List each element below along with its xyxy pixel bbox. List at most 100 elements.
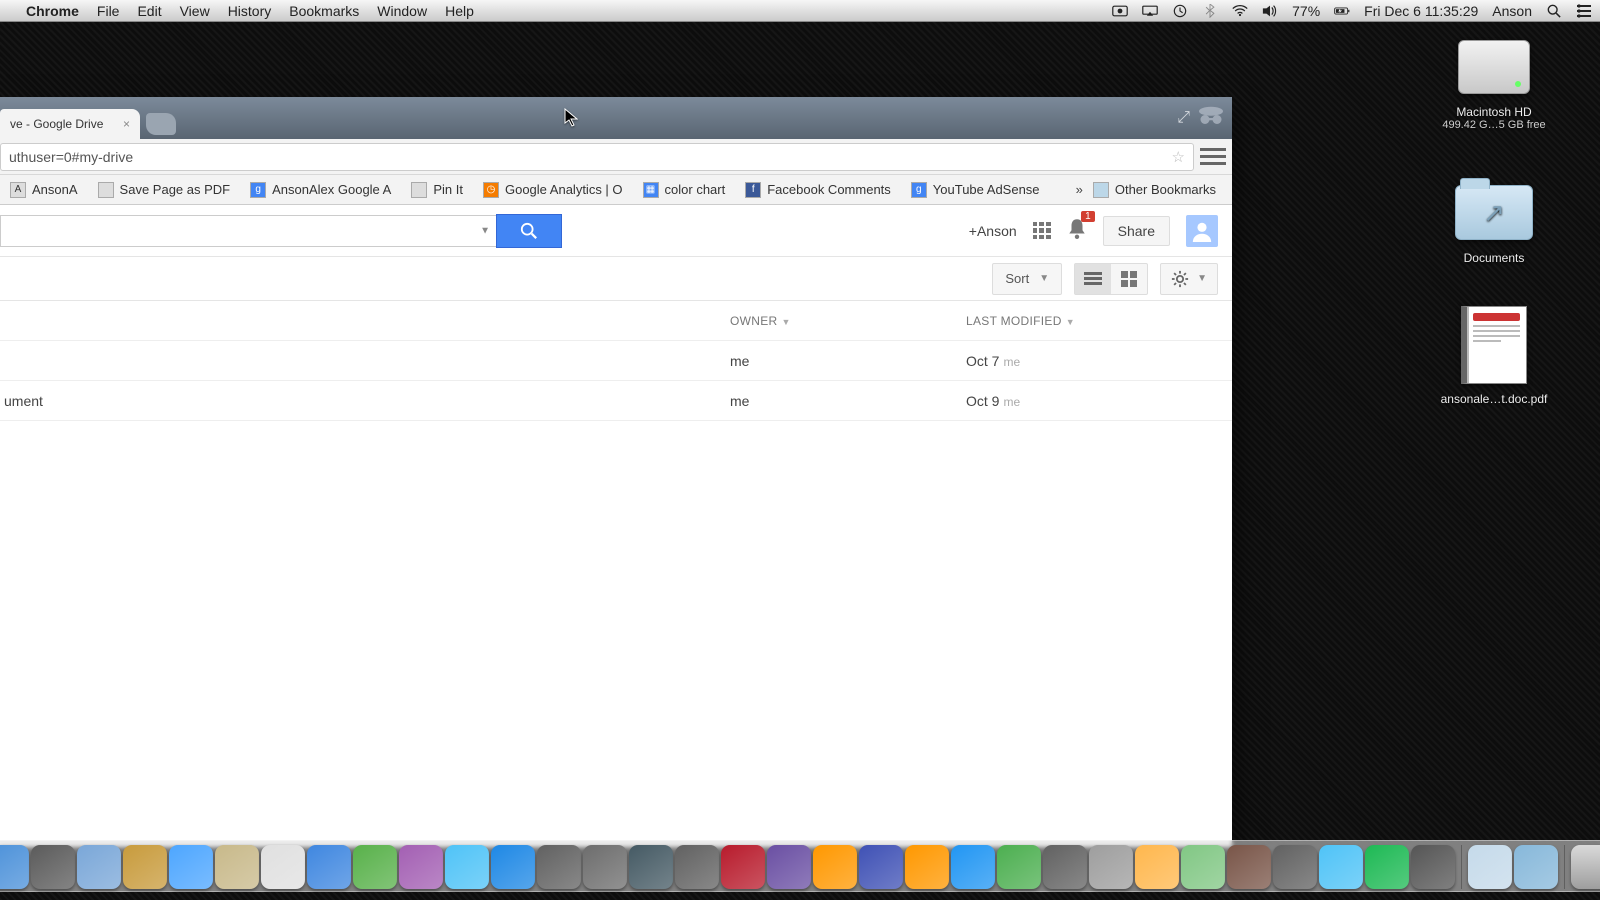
bookmark-item[interactable]: AAnsonA bbox=[0, 175, 88, 204]
desktop-documents-folder[interactable]: Documents bbox=[1434, 180, 1554, 265]
user-avatar-icon[interactable] bbox=[1186, 215, 1218, 247]
dock-app-icon[interactable] bbox=[399, 845, 443, 889]
menu-window[interactable]: Window bbox=[377, 3, 427, 19]
fullscreen-icon[interactable]: ⤢ bbox=[1177, 109, 1190, 127]
dock-app-icon[interactable] bbox=[1227, 845, 1271, 889]
screencapture-icon[interactable] bbox=[1112, 4, 1128, 18]
incognito-icon bbox=[1196, 103, 1226, 132]
dock-app-icon[interactable] bbox=[675, 845, 719, 889]
battery-icon[interactable] bbox=[1334, 4, 1350, 18]
bookmark-item[interactable]: fFacebook Comments bbox=[735, 175, 901, 204]
dock-app-icon[interactable] bbox=[583, 845, 627, 889]
dock-app-icon[interactable] bbox=[1043, 845, 1087, 889]
dock-app-icon[interactable] bbox=[997, 845, 1041, 889]
chrome-menu-icon[interactable] bbox=[1200, 144, 1226, 170]
desktop-hd[interactable]: Macintosh HD 499.42 G…5 GB free bbox=[1434, 34, 1554, 131]
bookmark-star-icon[interactable]: ☆ bbox=[1172, 148, 1185, 166]
pdf-file-icon bbox=[1461, 306, 1527, 384]
dock-app-icon[interactable] bbox=[629, 845, 673, 889]
dock-app-icon[interactable] bbox=[491, 845, 535, 889]
table-row[interactable]: me Oct 7me bbox=[0, 341, 1232, 381]
browser-tab[interactable]: ve - Google Drive × bbox=[0, 109, 140, 139]
dock-app-icon[interactable] bbox=[0, 845, 29, 889]
timemachine-icon[interactable] bbox=[1172, 4, 1188, 18]
dock-app-icon[interactable] bbox=[261, 845, 305, 889]
bookmark-item[interactable]: ◷Google Analytics | O bbox=[473, 175, 633, 204]
dock-app-icon[interactable] bbox=[1365, 845, 1409, 889]
dock-app-icon[interactable] bbox=[1468, 845, 1512, 889]
airplay-icon[interactable] bbox=[1142, 4, 1158, 18]
google-plus-link[interactable]: +Anson bbox=[969, 223, 1017, 239]
list-view-button[interactable] bbox=[1075, 264, 1111, 294]
menubar-datetime[interactable]: Fri Dec 6 11:35:29 bbox=[1364, 3, 1478, 19]
dock-app-icon[interactable] bbox=[721, 845, 765, 889]
spotlight-icon[interactable] bbox=[1546, 4, 1562, 18]
dock-separator bbox=[1461, 845, 1462, 889]
dock-app-icon[interactable] bbox=[1181, 845, 1225, 889]
col-modified-header[interactable]: LAST MODIFIED▼ bbox=[966, 314, 1218, 328]
volume-icon[interactable] bbox=[1262, 4, 1278, 18]
dock-app-icon[interactable] bbox=[1089, 845, 1133, 889]
dock-app-icon[interactable] bbox=[1135, 845, 1179, 889]
chrome-window: ve - Google Drive × ⤢ uthuser=0#my-drive… bbox=[0, 97, 1232, 847]
menu-file[interactable]: File bbox=[97, 3, 120, 19]
dock-app-icon[interactable] bbox=[1273, 845, 1317, 889]
google-apps-icon[interactable] bbox=[1033, 222, 1051, 240]
bookmark-item[interactable]: ▦color chart bbox=[633, 175, 736, 204]
dock-app-icon[interactable] bbox=[767, 845, 811, 889]
dock-app-icon[interactable] bbox=[123, 845, 167, 889]
bookmark-item[interactable]: gYouTube AdSense bbox=[901, 175, 1050, 204]
chrome-titlebar[interactable]: ve - Google Drive × ⤢ bbox=[0, 97, 1232, 139]
dock-app-icon[interactable] bbox=[77, 845, 121, 889]
sort-button[interactable]: Sort ▼ bbox=[992, 263, 1062, 295]
drive-search-button[interactable] bbox=[496, 214, 562, 248]
dock-app-icon[interactable] bbox=[1319, 845, 1363, 889]
notification-center-icon[interactable] bbox=[1576, 4, 1592, 18]
other-bookmarks[interactable]: Other Bookmarks bbox=[1083, 175, 1226, 204]
dock-app-icon[interactable] bbox=[307, 845, 351, 889]
dock-app-icon[interactable] bbox=[905, 845, 949, 889]
drive-search-input[interactable]: ▼ bbox=[0, 215, 496, 247]
dock-app-icon[interactable] bbox=[1514, 845, 1558, 889]
caret-down-icon: ▼ bbox=[1039, 273, 1049, 284]
settings-button[interactable]: ▼ bbox=[1160, 263, 1218, 295]
col-owner-header[interactable]: OWNER▼ bbox=[730, 314, 966, 328]
grid-view-button[interactable] bbox=[1111, 264, 1147, 294]
menu-help[interactable]: Help bbox=[445, 3, 474, 19]
wifi-icon[interactable] bbox=[1232, 4, 1248, 18]
favicon-icon bbox=[411, 182, 427, 198]
menu-bookmarks[interactable]: Bookmarks bbox=[289, 3, 359, 19]
dock-app-icon[interactable] bbox=[445, 845, 489, 889]
bookmark-item[interactable]: Save Page as PDF bbox=[88, 175, 241, 204]
table-row[interactable]: ument me Oct 9me bbox=[0, 381, 1232, 421]
search-options-caret-icon[interactable]: ▼ bbox=[480, 225, 490, 236]
desktop-pdf-file[interactable]: ansonale…t.doc.pdf bbox=[1434, 304, 1554, 406]
menubar-app-name[interactable]: Chrome bbox=[26, 3, 79, 19]
close-tab-icon[interactable]: × bbox=[123, 117, 130, 131]
dock-app-icon[interactable] bbox=[215, 845, 259, 889]
menu-history[interactable]: History bbox=[228, 3, 272, 19]
dock-app-icon[interactable] bbox=[951, 845, 995, 889]
bookmark-bar: AAnsonA Save Page as PDF gAnsonAlex Goog… bbox=[0, 175, 1232, 205]
dock-app-icon[interactable] bbox=[813, 845, 857, 889]
sort-caret-icon: ▼ bbox=[1066, 317, 1075, 327]
url-field[interactable]: uthuser=0#my-drive ☆ bbox=[0, 143, 1194, 171]
dock-app-icon[interactable] bbox=[169, 845, 213, 889]
menu-edit[interactable]: Edit bbox=[137, 3, 161, 19]
bookmark-item[interactable]: Pin It bbox=[401, 175, 473, 204]
menubar-user[interactable]: Anson bbox=[1492, 3, 1532, 19]
new-tab-button[interactable] bbox=[146, 113, 176, 135]
bookmark-item[interactable]: gAnsonAlex Google A bbox=[240, 175, 401, 204]
bookmark-overflow[interactable]: » bbox=[1076, 182, 1083, 197]
dock-app-icon[interactable] bbox=[1411, 845, 1455, 889]
url-text: uthuser=0#my-drive bbox=[9, 149, 133, 165]
share-button[interactable]: Share bbox=[1103, 216, 1170, 246]
dock-app-icon[interactable] bbox=[353, 845, 397, 889]
trash-icon[interactable] bbox=[1571, 845, 1600, 889]
dock-app-icon[interactable] bbox=[31, 845, 75, 889]
menu-view[interactable]: View bbox=[180, 3, 210, 19]
dock-app-icon[interactable] bbox=[537, 845, 581, 889]
dock-app-icon[interactable] bbox=[859, 845, 903, 889]
notifications-bell-icon[interactable]: 1 bbox=[1067, 217, 1087, 244]
bluetooth-icon[interactable] bbox=[1202, 4, 1218, 18]
